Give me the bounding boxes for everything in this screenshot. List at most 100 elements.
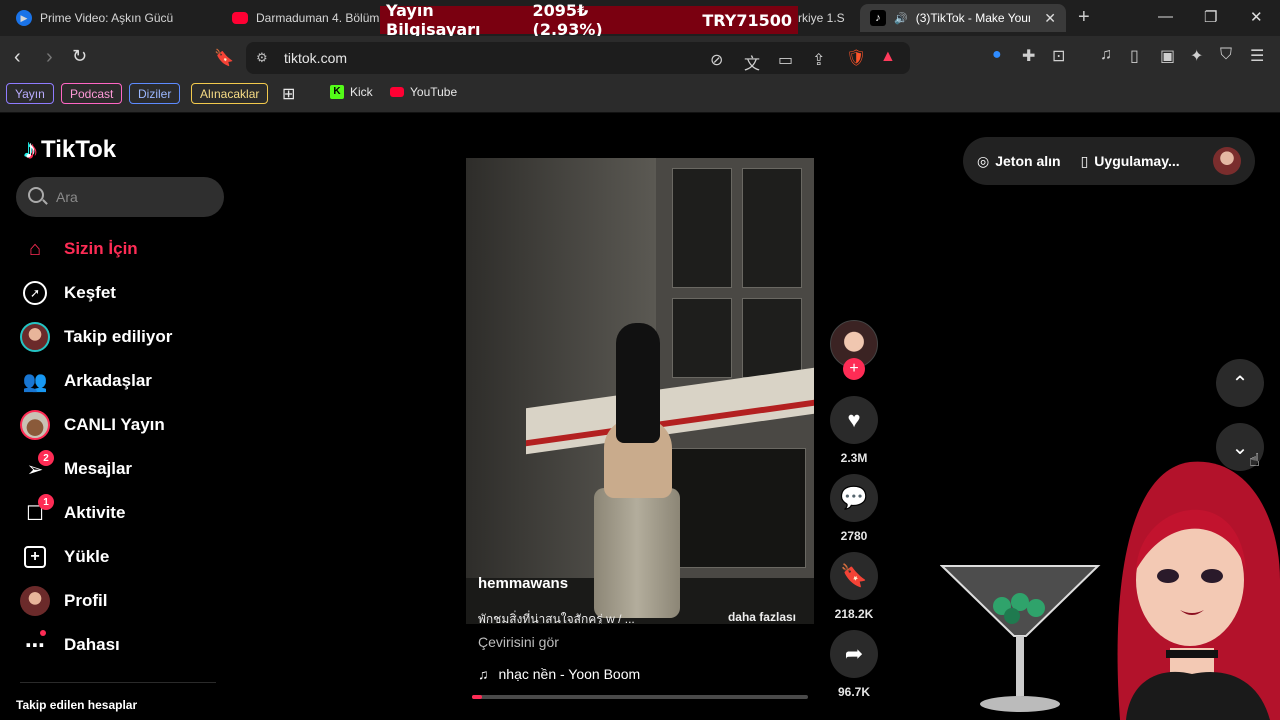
sidebar-icon[interactable]: ▯ [1130, 46, 1139, 66]
sidebar-item-upload[interactable]: + Yükle [20, 541, 109, 573]
sidebar-item-label: Dahası [64, 635, 120, 654]
tab-youtube-darmaduman[interactable]: Darmaduman 4. Bölüm [222, 4, 382, 32]
get-app-button[interactable]: ▯ Uygulamay... [1081, 153, 1180, 170]
prime-video-icon: ▶ [16, 10, 32, 26]
url-text[interactable]: tiktok.com [284, 50, 347, 66]
logo-text: TikTok [41, 135, 117, 163]
activity-icon: ☐ 1 [20, 494, 54, 528]
tab-tiktok[interactable]: ♪ 🔊 (3)TikTok - Make Your D ✕ [860, 4, 1066, 32]
like-button[interactable]: ♥ [830, 396, 878, 444]
phone-icon: ▯ [1080, 152, 1089, 169]
sidebar-item-label: CANLI Yayın [64, 415, 165, 434]
screenshot-icon[interactable]: ⊡ [1052, 46, 1065, 66]
music-link[interactable]: ♫ nhạc nền - Yoon Boom [478, 666, 640, 682]
address-bar[interactable]: ⚙ tiktok.com ⊘ 文 ▭ ⇪ 🛡 ▲ [246, 42, 910, 74]
sidebar-item-explore[interactable]: ➚ Keşfet [20, 277, 116, 309]
tab-title: Prime Video: Aşkın Gücü [40, 11, 174, 25]
see-more-button[interactable]: daha fazlası [728, 610, 796, 624]
tiktok-logo[interactable]: ♪ TikTok [24, 134, 116, 165]
video-scene-storefront [666, 448, 806, 568]
sidebar-item-friends[interactable]: 👥 Arkadaşlar [20, 365, 152, 397]
comment-count: 2780 [840, 529, 868, 543]
vpn-icon[interactable]: ⛉ [1220, 46, 1232, 64]
music-title: nhạc nền - Yoon Boom [498, 666, 641, 682]
messages-badge: 2 [38, 450, 54, 466]
get-coins-label: Jeton alın [995, 153, 1061, 169]
sidebar-item-activity[interactable]: ☐ 1 Aktivite [20, 494, 125, 529]
translate-icon[interactable]: 文 [744, 50, 760, 74]
bookmark-icon[interactable]: 🔖 [214, 48, 234, 68]
get-coins-button[interactable]: ◎ Jeton alın [977, 153, 1061, 170]
following-accounts-label: Takip edilen hesaplar [16, 698, 138, 712]
close-window-icon[interactable]: ✕ [1250, 8, 1263, 26]
chevron-down-icon: ⌄ [1231, 436, 1249, 459]
bookmark-diziler[interactable]: Diziler [129, 83, 181, 104]
youtube-icon [232, 12, 248, 24]
sidebar-item-label: Sizin İçin [64, 239, 138, 258]
site-settings-icon[interactable]: ⚙ [256, 50, 268, 66]
sidebar-item-following[interactable]: Takip ediliyor [20, 321, 172, 353]
kick-icon: K [330, 85, 344, 99]
minimize-icon[interactable]: — [1158, 8, 1173, 25]
sidebar-item-more[interactable]: ⋯ Dahası [20, 629, 120, 661]
music-icon[interactable]: ♫ [1100, 46, 1112, 64]
restore-icon[interactable]: ❐ [1204, 8, 1217, 26]
previous-video-button[interactable]: ⌃ [1216, 359, 1264, 407]
search-icon [28, 187, 44, 203]
video-progress-bar[interactable] [472, 695, 808, 699]
follow-plus-icon[interactable]: + [843, 358, 865, 380]
new-tab-button[interactable]: + [1078, 6, 1090, 29]
activity-badge: 1 [38, 494, 54, 510]
bookmark-yayin[interactable]: Yayın [6, 83, 54, 104]
sidebar-item-for-you[interactable]: ⌂ Sizin İçin [20, 233, 138, 265]
sidebar-item-label: Arkadaşlar [64, 371, 152, 390]
bookmark-youtube[interactable]: YouTube [390, 85, 457, 99]
bookmark-alinacaklar[interactable]: Alınacaklar [191, 83, 269, 104]
sidebar-item-live[interactable]: CANLI Yayın [20, 409, 165, 441]
heart-icon: ♥ [847, 407, 861, 432]
more-dot [40, 630, 46, 636]
apps-grid-icon[interactable]: ⊞ [282, 84, 295, 104]
sidebar-item-messages[interactable]: ➢ 2 Mesajlar [20, 450, 132, 485]
bookmark-kick[interactable]: K Kick [330, 85, 373, 99]
brave-rewards-icon[interactable]: ▲ [880, 48, 896, 66]
shazam-icon[interactable]: ● [992, 46, 1002, 64]
comment-button[interactable]: 💬 [830, 474, 878, 522]
sidebar-item-label: Takip ediliyor [64, 327, 173, 346]
tab-youtube-turkiye[interactable]: rkiye 1.S [796, 4, 856, 32]
back-icon[interactable]: ‹ [14, 46, 21, 69]
see-translation-link[interactable]: Çevirisini gör [478, 634, 559, 650]
tiktok-note-icon: ♪ [24, 134, 37, 164]
search-input[interactable]: Ara [16, 177, 224, 217]
forward-icon[interactable]: › [46, 46, 53, 69]
bookmark-podcast[interactable]: Podcast [61, 83, 123, 104]
sidebar-item-profile[interactable]: Profil [20, 585, 107, 617]
video-username[interactable]: hemmawans [478, 575, 568, 592]
save-button[interactable]: 🔖 [830, 552, 878, 600]
video-scene-window [742, 298, 802, 378]
close-tab-icon[interactable]: ✕ [1044, 10, 1056, 27]
speaker-icon: 🔊 [894, 12, 908, 25]
share-button[interactable]: ➦ [830, 630, 878, 678]
cast-icon[interactable]: ▭ [778, 50, 793, 70]
friends-icon: 👥 [22, 370, 48, 393]
wallet-icon[interactable]: ▣ [1160, 46, 1175, 66]
tab-title: Darmaduman 4. Bölüm [256, 11, 380, 25]
brave-shields-icon[interactable]: 🛡 [846, 48, 866, 68]
tab-prime-video[interactable]: ▶ Prime Video: Aşkın Gücü [6, 4, 216, 32]
tiktok-icon: ♪ [870, 10, 886, 26]
stream-overlay-art [940, 461, 1280, 720]
sidebar-item-label: Yükle [64, 547, 110, 566]
user-avatar[interactable] [1213, 147, 1241, 175]
profile-avatar [20, 586, 50, 616]
coin-icon: ◎ [977, 152, 990, 169]
no-cast-icon[interactable]: ⊘ [710, 50, 723, 70]
extensions-icon[interactable]: ✚ [1022, 46, 1035, 66]
ai-icon[interactable]: ✦ [1190, 46, 1203, 66]
menu-icon[interactable]: ☰ [1250, 46, 1264, 66]
reload-icon[interactable]: ↻ [72, 46, 87, 67]
search-placeholder: Ara [56, 189, 78, 205]
video-player[interactable]: hemmawans พักชมสิ่งที่น่าสนใจสักครู่ w /… [466, 158, 814, 624]
ticker-price: 2095₺ (2.93%) [532, 1, 603, 39]
share-icon[interactable]: ⇪ [812, 50, 825, 70]
